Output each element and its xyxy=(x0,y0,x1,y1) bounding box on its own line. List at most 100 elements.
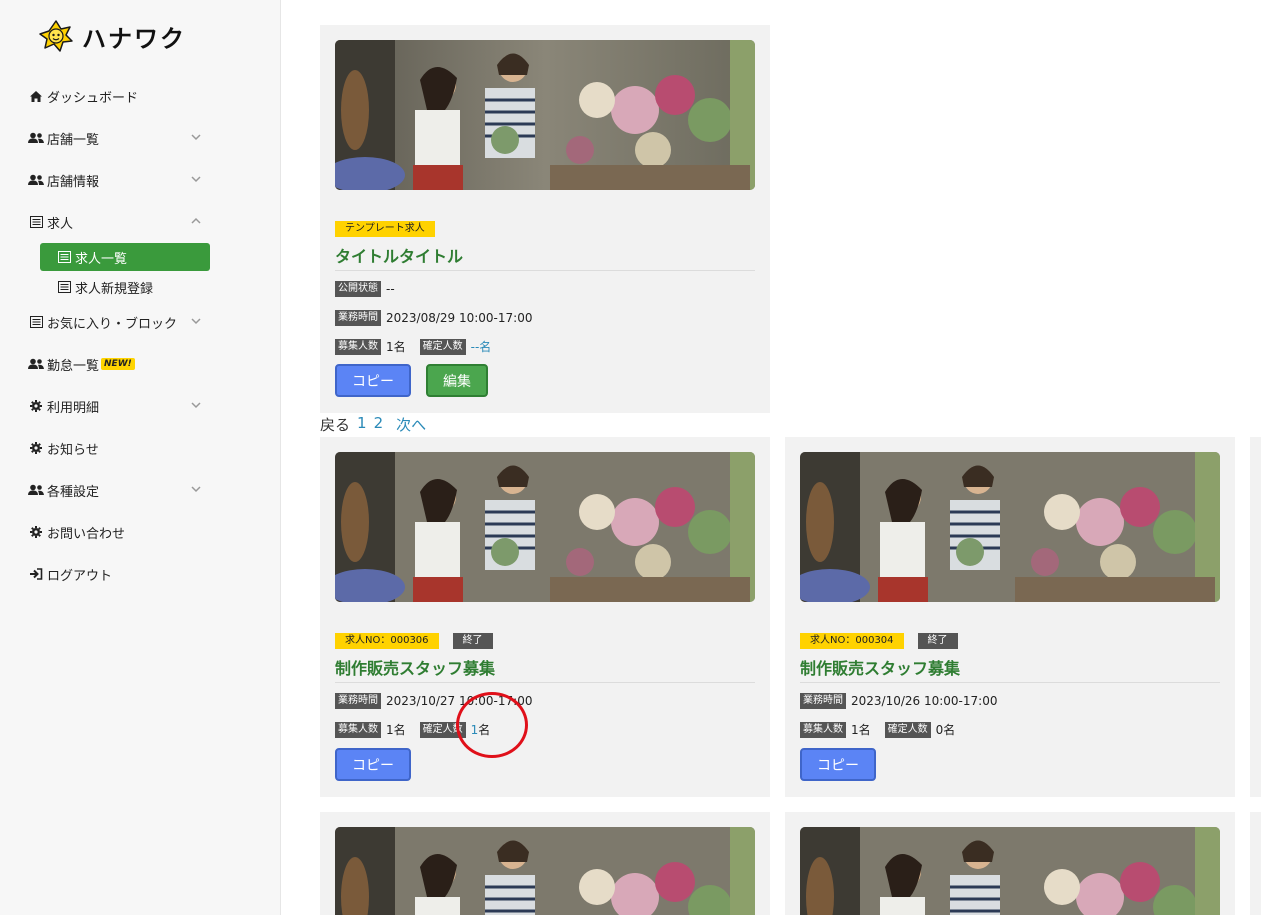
job-card xyxy=(320,812,770,915)
pager-page-1[interactable]: 1 xyxy=(357,414,367,435)
pager-page-2[interactable]: 2 xyxy=(374,414,384,435)
sidebar-item-label: 勤怠一覧 xyxy=(47,358,100,374)
recruit-value: 1名 xyxy=(386,340,406,354)
recruit-label: 募集人数 xyxy=(335,338,381,355)
status-value: -- xyxy=(386,282,395,296)
sidebar-item-favorites[interactable]: お気に入り・ブロック xyxy=(28,311,208,333)
status-label: 公開状態 xyxy=(335,281,381,297)
confirmed-value-link[interactable]: --名 xyxy=(471,338,492,355)
chevron-down-icon xyxy=(191,486,201,493)
job-no-badge: 求人NO：000306 xyxy=(335,633,439,649)
status-badge: 終了 xyxy=(917,633,958,649)
recruit-value: 1名 xyxy=(851,723,871,737)
hours-label: 業務時間 xyxy=(335,693,381,709)
job-photo xyxy=(335,40,755,190)
list-icon xyxy=(58,251,72,263)
sidebar-item-label: ダッシュボード xyxy=(47,90,139,106)
sidebar: ハナワク ダッシュボード 店舗一覧 店舗情報 求人 求人一覧 求人新規登録 お気… xyxy=(0,0,281,915)
hours-label: 業務時間 xyxy=(800,693,846,709)
job-photo xyxy=(800,827,1220,915)
hours-label: 業務時間 xyxy=(335,310,381,326)
new-badge: NEW! xyxy=(101,358,135,370)
logo-mark-icon xyxy=(39,20,73,52)
sidebar-item-label: ログアウト xyxy=(47,568,113,584)
sidebar-item-dashboard[interactable]: ダッシュボード xyxy=(28,85,208,107)
copy-button[interactable]: コピー xyxy=(800,748,876,781)
sidebar-item-store-list[interactable]: 店舗一覧 xyxy=(28,127,208,149)
home-icon xyxy=(28,89,44,103)
gear-icon xyxy=(28,441,44,455)
confirmed-label: 確定人数 xyxy=(419,338,466,355)
pager-next[interactable]: 次へ xyxy=(396,414,426,435)
pagination: 戻る 1 2 次へ xyxy=(320,414,426,435)
divider xyxy=(800,682,1220,683)
logout-icon xyxy=(28,567,44,581)
sidebar-item-label: お気に入り・ブロック xyxy=(47,316,178,332)
sidebar-item-label: 店舗情報 xyxy=(47,174,100,190)
confirmed-unit: 名 xyxy=(943,723,956,737)
sidebar-item-label: 店舗一覧 xyxy=(47,132,100,148)
template-job-card: テンプレート求人 タイトルタイトル 公開状態 -- 業務時間 2023/08/2… xyxy=(320,25,770,413)
status-badge: 終了 xyxy=(452,633,493,649)
hours-row: 業務時間 2023/08/29 10:00-17:00 xyxy=(335,310,532,326)
recruit-value: 1名 xyxy=(386,723,406,737)
logo-text: ハナワク xyxy=(82,24,186,53)
hours-value: 2023/10/26 10:00-17:00 xyxy=(851,694,998,708)
list-icon xyxy=(28,215,44,229)
job-photo xyxy=(800,452,1220,602)
recruit-label: 募集人数 xyxy=(335,721,381,738)
hours-row: 業務時間 2023/10/26 10:00-17:00 xyxy=(800,693,997,709)
confirmed-label: 確定人数 xyxy=(884,721,931,738)
sidebar-item-label: 各種設定 xyxy=(47,484,100,500)
card-tags: テンプレート求人 xyxy=(335,216,435,237)
sidebar-item-billing[interactable]: 利用明細 xyxy=(28,395,208,417)
divider xyxy=(335,682,755,683)
gear-icon xyxy=(28,525,44,539)
chevron-up-icon xyxy=(191,217,201,224)
sidebar-item-job-new[interactable]: 求人新規登録 xyxy=(40,273,210,301)
sidebar-item-label: 利用明細 xyxy=(47,400,100,416)
job-photo xyxy=(335,452,755,602)
job-title[interactable]: 制作販売スタッフ募集 xyxy=(335,655,495,679)
card-tags: 求人NO：000306 終了 xyxy=(335,628,493,649)
hours-value: 2023/08/29 10:00-17:00 xyxy=(386,311,533,325)
template-badge: テンプレート求人 xyxy=(335,221,435,237)
status-row: 公開状態 -- xyxy=(335,281,395,297)
users-icon xyxy=(28,173,44,187)
users-icon xyxy=(28,357,44,371)
sidebar-item-job-list[interactable]: 求人一覧 xyxy=(40,243,210,271)
sidebar-item-settings[interactable]: 各種設定 xyxy=(28,479,208,501)
job-card: 求人NO：000304 終了 制作販売スタッフ募集 業務時間 2023/10/26… xyxy=(785,437,1235,797)
sidebar-item-label: 求人一覧 xyxy=(75,251,128,267)
sidebar-item-logout[interactable]: ログアウト xyxy=(28,563,208,585)
users-icon xyxy=(28,483,44,497)
pager-back[interactable]: 戻る xyxy=(320,414,350,435)
sidebar-item-label: 求人新規登録 xyxy=(75,281,154,297)
users-icon xyxy=(28,131,44,145)
sidebar-item-jobs[interactable]: 求人 xyxy=(28,211,208,233)
gear-icon xyxy=(28,399,44,413)
chevron-down-icon xyxy=(191,176,201,183)
edit-button[interactable]: 編集 xyxy=(426,364,488,397)
copy-button[interactable]: コピー xyxy=(335,364,411,397)
job-photo xyxy=(335,827,755,915)
headcount-row: 募集人数 1名 確定人数 --名 xyxy=(335,338,491,355)
chevron-down-icon xyxy=(191,134,201,141)
list-icon xyxy=(58,281,72,293)
logo[interactable]: ハナワク xyxy=(38,18,186,54)
chevron-down-icon xyxy=(191,402,201,409)
copy-button[interactable]: コピー xyxy=(335,748,411,781)
sidebar-item-news[interactable]: お知らせ xyxy=(28,437,208,459)
sidebar-item-contact[interactable]: お問い合わせ xyxy=(28,521,208,543)
job-card-partial xyxy=(1250,812,1261,915)
chevron-down-icon xyxy=(191,318,201,325)
job-card xyxy=(785,812,1235,915)
job-title[interactable]: 制作販売スタッフ募集 xyxy=(800,655,960,679)
job-card: 求人NO：000306 終了 制作販売スタッフ募集 業務時間 2023/10/27… xyxy=(320,437,770,797)
job-title[interactable]: タイトルタイトル xyxy=(335,243,463,267)
sidebar-item-store-info[interactable]: 店舗情報 xyxy=(28,169,208,191)
sidebar-item-attendance[interactable]: 勤怠一覧 NEW! xyxy=(28,353,208,375)
headcount-row: 募集人数 1名 確定人数 0名 xyxy=(800,721,955,738)
confirmed-count: 0 xyxy=(935,722,944,737)
card-tags: 求人NO：000304 終了 xyxy=(800,628,958,649)
